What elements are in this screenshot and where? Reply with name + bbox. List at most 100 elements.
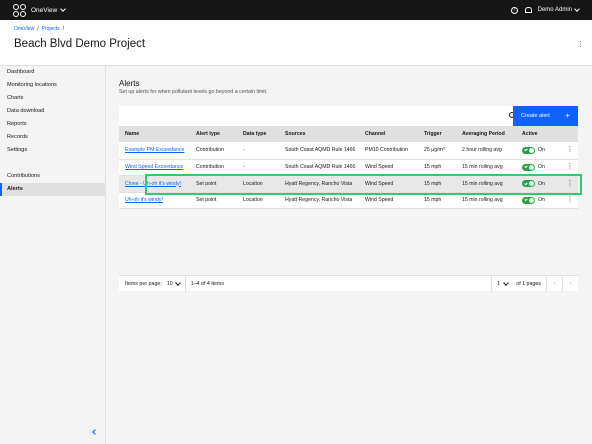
checkmark-icon: [524, 181, 528, 185]
total-pages-text: of 1 pages: [516, 280, 541, 287]
main-content: Alerts Set up alerts for when pollutant …: [106, 66, 592, 444]
active-toggle[interactable]: [522, 163, 535, 171]
overflow-menu-icon[interactable]: ⋮: [577, 41, 584, 48]
checkmark-icon: [524, 147, 528, 152]
notification-bell-icon[interactable]: [524, 6, 533, 14]
row-overflow-menu-icon[interactable]: ⋮: [556, 192, 578, 209]
alerts-table: Name Alert type Data type Sources Channe…: [119, 126, 578, 209]
active-toggle[interactable]: [522, 180, 535, 187]
checkmark-icon: [524, 197, 528, 202]
trigger-cell: 15 mph: [418, 159, 456, 176]
items-per-page-label: Items per page:: [125, 280, 162, 287]
channel-cell: Wind Speed: [359, 159, 418, 176]
active-status-label: On: [538, 197, 545, 203]
table-row: Wind Speed Exceedance Contribution - Sou…: [119, 159, 578, 176]
page-select[interactable]: 1: [491, 275, 513, 292]
column-header-active[interactable]: Active: [516, 126, 556, 142]
sidebar-item-alerts[interactable]: Alerts: [0, 183, 105, 196]
sidebar-item-charts[interactable]: Charts: [0, 92, 105, 105]
trigger-cell: 15 mph: [418, 175, 456, 193]
data-type-cell: Location: [237, 175, 279, 193]
averaging-period-cell: 15 min rolling avg: [462, 197, 503, 203]
create-alert-label: Create alert: [521, 113, 550, 119]
alert-type-cell: Contribution: [190, 159, 237, 176]
alert-name-link[interactable]: Uh-oh it's windy!: [125, 197, 163, 203]
collapse-sidebar-icon[interactable]: [92, 429, 98, 435]
previous-page-button[interactable]: ‹: [546, 275, 562, 292]
alert-name-link[interactable]: Example PM Exceedance: [125, 147, 184, 153]
data-type-cell: Location: [237, 192, 279, 209]
app-logo-icon[interactable]: [13, 3, 26, 17]
brand-name: OneView: [31, 6, 58, 14]
sidebar-divider: [0, 157, 105, 170]
page-number: 1: [497, 280, 501, 287]
channel-cell: Wind Speed: [359, 192, 418, 209]
sidebar-item-reports[interactable]: Reports: [0, 118, 105, 131]
row-overflow-menu-icon[interactable]: ⋮: [556, 142, 578, 160]
sidebar-item-records[interactable]: Records: [0, 131, 105, 144]
column-header-data-type[interactable]: Data type: [237, 126, 279, 142]
help-icon[interactable]: ?: [510, 6, 518, 14]
next-page-button[interactable]: ›: [562, 275, 578, 292]
active-toggle[interactable]: [522, 146, 535, 154]
channel-cell: PM10 Contribution: [359, 142, 418, 160]
page-title: Beach Blvd Demo Project: [14, 38, 146, 50]
table-row: Example PM Exceedance Contribution - Sou…: [119, 142, 578, 160]
column-header-sources[interactable]: Sources: [279, 126, 359, 142]
averaging-period-cell: 15 min rolling avg: [462, 164, 503, 170]
chevron-down-icon: [174, 279, 181, 286]
item-range-text: 1–4 of 4 items: [190, 280, 224, 287]
active-status-label: On: [538, 147, 545, 154]
channel-cell: Wind Speed: [359, 175, 418, 193]
user-name: Demo Admin: [537, 7, 572, 13]
create-alert-button[interactable]: Create alert +: [513, 106, 578, 126]
table-toolbar: Create alert +: [119, 106, 578, 126]
column-header-actions: [556, 126, 578, 142]
chevron-down-icon: [503, 279, 510, 286]
breadcrumb-oneview[interactable]: OneView: [14, 26, 34, 32]
alert-type-cell: Contribution: [190, 142, 237, 160]
averaging-period-cell: 2 hour rolling avg: [456, 142, 516, 160]
sidebar-item-monitoring-locations[interactable]: Monitoring locations: [0, 79, 105, 92]
row-overflow-menu-icon[interactable]: ⋮: [556, 159, 578, 176]
data-type-cell: -: [237, 159, 279, 176]
active-toggle[interactable]: [522, 196, 535, 204]
table-header-row: Name Alert type Data type Sources Channe…: [119, 126, 578, 142]
alert-name-link[interactable]: Clone - Uh-oh it's windy!: [125, 181, 181, 187]
sidebar: Dashboard Monitoring locations Charts Da…: [0, 66, 106, 444]
plus-icon: +: [565, 111, 570, 120]
sidebar-item-settings[interactable]: Settings: [0, 144, 105, 157]
sources-cell: Hyatt Regency, Rancho Vista: [285, 197, 353, 203]
alerts-heading: Alerts: [119, 79, 140, 88]
column-header-averaging-period[interactable]: Averaging Period: [456, 126, 516, 142]
column-header-alert-type[interactable]: Alert type: [190, 126, 237, 142]
breadcrumb-projects[interactable]: Projects: [42, 26, 60, 32]
table-row: Uh-oh it's windy! Set point Location Hya…: [119, 192, 578, 209]
sources-cell: South Coast AQMD Rule 1466: [285, 164, 356, 170]
trigger-cell: 15 mph: [418, 192, 456, 209]
row-overflow-menu-icon[interactable]: ⋮: [556, 175, 578, 193]
alert-type-cell: Set point: [190, 175, 237, 193]
alerts-description: Set up alerts for when pollutant levels …: [119, 89, 268, 95]
sidebar-item-dashboard[interactable]: Dashboard: [0, 66, 105, 79]
active-status-label: On: [538, 180, 545, 187]
active-status-label: On: [538, 164, 545, 170]
data-type-cell: -: [237, 142, 279, 160]
trigger-cell: 25 μg/m³: [418, 142, 456, 160]
app-switcher[interactable]: OneView: [31, 6, 67, 14]
sidebar-item-data-download[interactable]: Data download: [0, 105, 105, 118]
breadcrumb-separator: /: [37, 26, 39, 32]
items-per-page-value: 10: [166, 280, 173, 287]
column-header-channel[interactable]: Channel: [359, 126, 418, 142]
column-header-trigger[interactable]: Trigger: [418, 126, 456, 142]
items-per-page-select[interactable]: 10: [166, 275, 186, 292]
column-header-name[interactable]: Name: [119, 126, 190, 142]
alert-name-link[interactable]: Wind Speed Exceedance: [125, 164, 190, 170]
chevron-down-icon: [60, 6, 67, 12]
sidebar-item-contributions[interactable]: Contributions: [0, 170, 105, 183]
chevron-down-icon: [574, 6, 580, 12]
sources-cell: Hyatt Regency, Rancho Vista: [279, 175, 359, 193]
pagination-bar: Items per page: 10 1–4 of 4 items 1 of 1…: [119, 275, 578, 292]
user-menu[interactable]: Demo Admin: [537, 6, 580, 13]
table-row-selected: Clone - Uh-oh it's windy! Set point Loca…: [119, 175, 578, 193]
